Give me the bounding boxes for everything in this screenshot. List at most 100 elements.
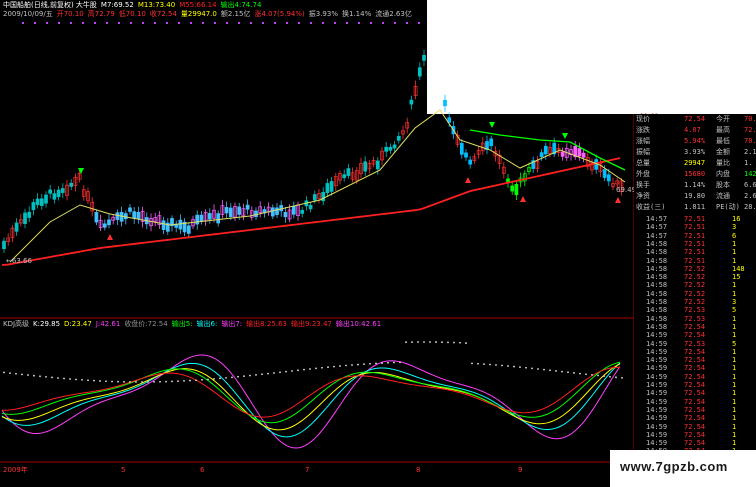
kdj-dot — [483, 363, 485, 366]
kdj-dot — [387, 361, 389, 364]
kdj-dot — [579, 372, 581, 375]
candle-body — [459, 143, 464, 155]
candle-body — [422, 55, 426, 61]
kdj-dot — [9, 372, 11, 375]
quote-v1: 15680 — [684, 170, 706, 178]
candle-body — [388, 146, 393, 151]
kdj-dot — [99, 380, 101, 382]
candle-body — [560, 151, 565, 157]
kdj-dot — [159, 380, 161, 383]
quote-v2: 6.63 — [744, 181, 756, 189]
quote-l1: 涨幅 — [636, 137, 650, 145]
signal-marker — [82, 22, 84, 24]
signal-marker — [298, 22, 300, 24]
kdj-dot — [357, 363, 359, 366]
signal-marker — [34, 22, 36, 24]
candle-body — [275, 207, 279, 215]
candle-body — [468, 159, 473, 165]
indicator-header-item-6: 输出6: — [196, 320, 218, 328]
signal-marker — [202, 22, 204, 24]
candle-body — [254, 210, 258, 218]
signal-marker — [418, 22, 420, 24]
kdj-dot — [213, 378, 215, 380]
main-chart-header-line2: 2009/10/09/五 开70.10 高72.79 低70.10 收72.54 量299… — [3, 10, 416, 18]
kdj-dot — [597, 374, 599, 377]
kdj-dot — [351, 364, 353, 366]
quote-row: 换手 1.14% 股本 6.63 — [634, 180, 756, 191]
kdj-dot — [231, 376, 233, 379]
kdj-dot — [87, 379, 89, 382]
indicator-header-item-3: J:42.61 — [95, 320, 121, 328]
kdj-dot — [309, 368, 311, 370]
signal-marker — [310, 22, 312, 24]
quote-v2: 28. — [744, 203, 756, 211]
kdj-dot — [471, 362, 473, 365]
kdj-dot — [117, 380, 119, 383]
signal-marker — [250, 22, 252, 24]
kdj-dot — [195, 379, 197, 382]
header-line1-item-2: M13:73.40 — [137, 1, 176, 9]
kdj-dot — [507, 365, 509, 367]
candle-body — [581, 152, 586, 158]
signal-marker — [406, 22, 408, 24]
kdj-k-line — [1, 362, 621, 438]
quote-l2: 最高 — [716, 126, 730, 134]
date-axis-label: 6 — [200, 466, 205, 474]
header-line2-item-1: 开70.10 — [56, 10, 84, 18]
candle-body — [14, 222, 19, 232]
signal-marker — [118, 22, 120, 24]
kdj-dot — [141, 381, 143, 383]
quote-v1: 1.14% — [684, 181, 706, 189]
quote-l1: 现价 — [636, 115, 650, 123]
kdj-dot — [465, 342, 467, 344]
kdj-dot — [345, 364, 347, 367]
kdj-dot — [573, 372, 575, 374]
signal-arrow — [107, 234, 113, 240]
candle-body — [245, 204, 250, 210]
candle-body — [270, 207, 275, 217]
candle-body — [94, 212, 99, 223]
kdj-dot — [423, 341, 425, 343]
kdj-dot — [411, 341, 413, 343]
candle-body — [514, 184, 519, 196]
quote-v1: 5.94% — [684, 137, 706, 145]
signal-arrow — [489, 122, 495, 128]
quote-panel: 现价 72.54 今开 70. 涨跌 4.07 最高 72. 涨幅 5.94% 最低 70. 振幅 3.9… — [634, 114, 756, 487]
header-line2-item-8: 振3.93% — [308, 10, 338, 18]
quote-l2: 最低 — [716, 137, 730, 145]
kdj-dot — [165, 380, 167, 383]
header-line2-item-3: 低70.10 — [118, 10, 146, 18]
indicator-header-item-2: D:23.47 — [64, 320, 92, 328]
signal-marker — [94, 22, 96, 24]
quote-l1: 换手 — [636, 181, 650, 189]
kdj-dot — [381, 362, 383, 364]
kdj-dot — [339, 365, 341, 367]
kdj-dot — [69, 378, 71, 380]
kdj-dot — [375, 362, 377, 365]
kdj-dot — [531, 367, 533, 370]
quote-row: 涨跌 4.07 最高 72. — [634, 125, 756, 136]
candle-body — [128, 207, 132, 212]
signal-marker — [58, 22, 60, 24]
kdj-dot — [201, 378, 203, 381]
signal-marker — [322, 22, 324, 24]
quote-l1: 收益(三) — [636, 203, 666, 211]
kdj-dot — [285, 370, 287, 373]
kdj-dot — [153, 381, 155, 383]
kdj-dot — [543, 368, 545, 371]
kdj-dot — [333, 365, 335, 368]
header-line2-item-4: 收72.54 — [149, 10, 177, 18]
candle-body — [2, 240, 6, 250]
indicator-header-item-4: 收盘价:72.54 — [124, 320, 168, 328]
candle-body — [48, 189, 53, 194]
quote-v2: 2.63 — [744, 192, 756, 200]
header-line2-item-10: 流通2.63亿 — [375, 10, 412, 18]
kdj-dot — [93, 379, 95, 382]
signal-marker — [178, 22, 180, 24]
candle-body — [56, 189, 61, 198]
kdj-dot — [441, 341, 443, 344]
candle-body — [31, 202, 36, 211]
kdj-dot — [417, 341, 419, 343]
signal-arrow — [562, 133, 568, 139]
signal-marker — [106, 22, 108, 24]
